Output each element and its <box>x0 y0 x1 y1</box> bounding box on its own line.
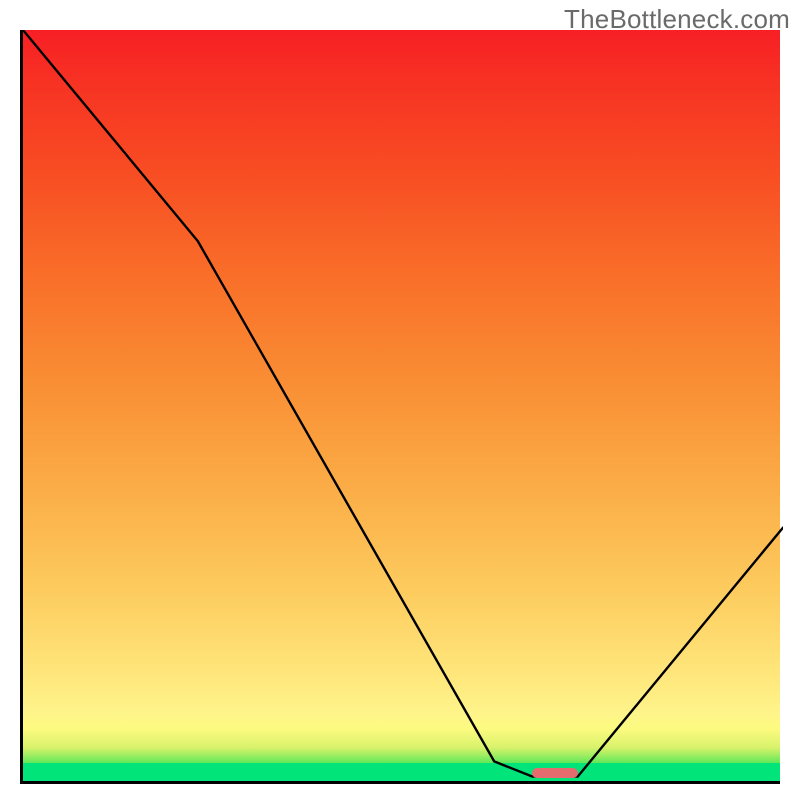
chart-container: TheBottleneck.com <box>0 0 800 800</box>
bottleneck-curve <box>23 30 783 784</box>
watermark-text: TheBottleneck.com <box>564 4 790 35</box>
plot-area <box>20 30 780 784</box>
optimal-marker <box>532 768 578 778</box>
